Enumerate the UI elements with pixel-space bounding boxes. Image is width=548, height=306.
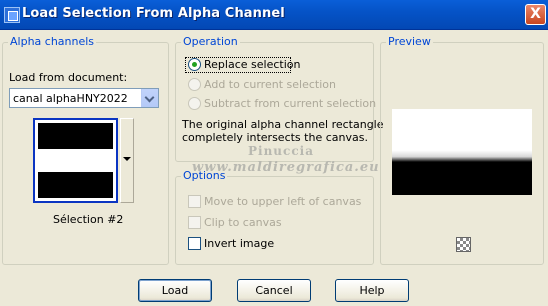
load-button[interactable]: Load <box>138 279 212 302</box>
chevron-down-icon[interactable] <box>141 89 158 107</box>
subtract-from-selection-label[interactable]: Subtract from current selection <box>204 97 376 110</box>
clip-to-canvas-checkbox[interactable] <box>188 216 201 229</box>
move-upper-left-checkbox[interactable] <box>188 195 201 208</box>
preview-image <box>392 109 532 195</box>
thumbnail-dropdown-button[interactable] <box>120 118 134 203</box>
window-title: Load Selection From Alpha Channel <box>22 6 285 21</box>
add-to-selection-radio[interactable] <box>188 78 201 91</box>
alpha-channel-thumbnail[interactable] <box>33 118 118 203</box>
watermark-name: Pinuccia <box>248 144 314 158</box>
preview-group-label: Preview <box>386 35 433 48</box>
document-select-value: canal alphaHNY2022 <box>13 92 128 105</box>
document-select[interactable]: canal alphaHNY2022 <box>9 88 159 108</box>
load-from-document-label: Load from document: <box>9 71 128 84</box>
checkerboard-icon[interactable] <box>453 234 474 255</box>
replace-selection-radio[interactable] <box>188 58 201 71</box>
operation-info-line-1: The original alpha channel rectangle <box>182 118 384 131</box>
selection-name-label: Sélection #2 <box>53 213 124 226</box>
alpha-channels-group-label: Alpha channels <box>8 35 97 48</box>
subtract-from-selection-radio[interactable] <box>188 97 201 110</box>
move-upper-left-label[interactable]: Move to upper left of canvas <box>204 195 361 208</box>
app-icon <box>4 7 20 23</box>
thumbnail-image <box>38 123 113 198</box>
operation-group-label: Operation <box>181 35 240 48</box>
clip-to-canvas-label[interactable]: Clip to canvas <box>204 216 282 229</box>
radio-selected-dot <box>192 62 197 67</box>
add-to-selection-label[interactable]: Add to current selection <box>204 78 336 91</box>
title-bar: Load Selection From Alpha Channel X <box>0 0 548 30</box>
invert-image-label[interactable]: Invert image <box>204 237 274 250</box>
close-button[interactable]: X <box>525 4 546 25</box>
replace-selection-label[interactable]: Replace selection <box>204 58 300 71</box>
cancel-button[interactable]: Cancel <box>237 279 311 302</box>
watermark-url: www.maldiregrafica.eu <box>192 160 380 175</box>
operation-info-line-2: completely intersects the canvas. <box>182 131 368 144</box>
invert-image-checkbox[interactable] <box>188 237 201 250</box>
help-button[interactable]: Help <box>335 279 409 302</box>
